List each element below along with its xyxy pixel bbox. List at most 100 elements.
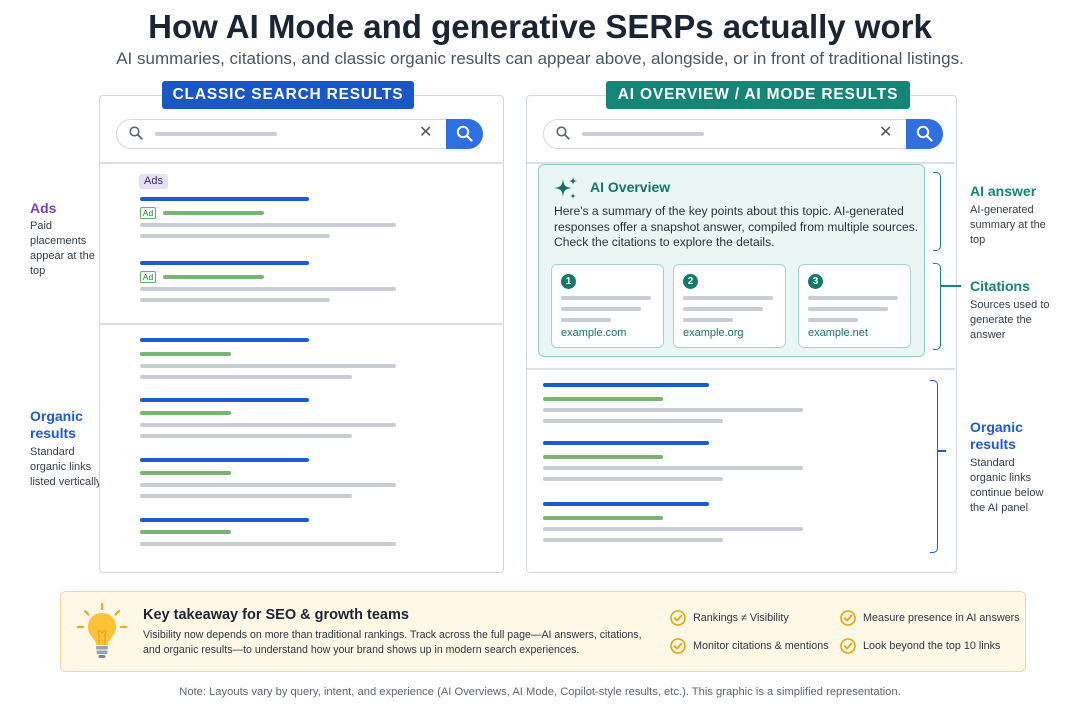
organic-snippet-line [140,494,352,498]
organic-url-line [543,397,663,401]
citation-line [561,296,651,300]
check-icon [840,638,856,654]
close-icon[interactable]: ✕ [879,124,892,142]
citation-card[interactable]: 1 example.com [551,264,664,348]
citation-line [808,307,888,311]
classic-panel-label: CLASSIC SEARCH RESULTS [162,81,414,109]
ai-results-panel: AI OVERVIEW / AI MODE RESULTS ✕ AI Overv… [526,81,957,573]
takeaway-text: Visibility now depends on more than trad… [143,629,642,656]
organic-annotation-desc-left: Standard organic links listed vertically [30,446,102,488]
ads-divider [100,323,502,325]
check-icon [840,610,856,626]
organic-title-line[interactable] [140,398,309,402]
organic-title-line[interactable] [543,441,709,445]
organic-snippet-line [140,483,396,487]
ads-annotation-title: Ads [30,200,57,216]
lightbulb-icon [76,602,128,658]
search-button[interactable] [906,118,943,149]
check-icon [670,610,686,626]
page-title: How AI Mode and generative SERPs actuall… [148,8,932,45]
citation-card[interactable]: 3 example.net [798,264,911,348]
ai-divider [527,368,955,370]
citation-line [808,296,898,300]
organic-annotation-title-right: Organic results [970,419,1023,452]
organic-snippet-line [543,408,803,412]
organic-snippet-line [140,434,352,438]
organic-annotation-title-left: Organic results [30,408,83,441]
takeaway-point: Look beyond the top 10 links [863,640,1001,652]
citation-card[interactable]: 2 example.org [673,264,786,348]
classic-search-bar[interactable]: ✕ [116,118,483,149]
organic-url-line [543,455,663,459]
organic-snippet-line [543,466,803,470]
search-icon [456,125,473,142]
ai-answer-annotation-title: AI answer [970,183,1037,199]
ads-annotation-desc: Paid placements appear at the top [30,220,95,277]
organic-bracket-right-tick [938,450,946,452]
search-query-placeholder [155,132,277,136]
organic-snippet-line [140,375,352,379]
citation-number: 3 [808,274,823,289]
citation-url[interactable]: example.org [683,327,744,339]
ai-search-bar[interactable]: ✕ [543,118,943,149]
citation-url[interactable]: example.net [808,327,868,339]
citation-number: 1 [561,274,576,289]
ad-title-line[interactable] [140,197,309,201]
citation-line [683,318,733,322]
organic-snippet-line [543,419,723,423]
ad-title-line[interactable] [140,261,309,265]
organic-snippet-line [543,538,723,542]
takeaway-point: Monitor citations & mentions [693,640,829,652]
citation-url[interactable]: example.com [561,327,626,339]
search-query-placeholder [582,132,704,136]
organic-url-line [543,516,663,520]
ai-panel-label: AI OVERVIEW / AI MODE RESULTS [606,81,910,109]
organic-snippet-line [543,477,723,481]
organic-title-line[interactable] [140,518,309,522]
citations-annotation-desc: Sources used to generate the answer [970,299,1050,341]
takeaway-title: Key takeaway for SEO & growth teams [143,607,409,623]
organic-title-line[interactable] [543,502,709,506]
close-icon[interactable]: ✕ [419,124,432,142]
takeaway-point: Rankings ≠ Visibility [693,612,789,624]
citations-bracket-tick [941,285,961,287]
organic-title-line[interactable] [543,383,709,387]
ai-overview-box: AI Overview Here's a summary of the key … [538,164,925,357]
organic-snippet-line [543,527,803,531]
organic-title-line[interactable] [140,338,309,342]
ad-snippet-line [140,298,330,302]
search-button[interactable] [446,118,483,149]
sparkle-icon [554,177,577,199]
page-subtitle: AI summaries, citations, and classic org… [116,49,964,68]
organic-url-line [140,471,231,475]
classic-results-panel: CLASSIC SEARCH RESULTS ✕ Ads Ad Ad [99,81,504,573]
citations-bracket [933,263,941,350]
ai-overview-title: AI Overview [590,179,671,195]
search-icon [556,126,570,140]
organic-url-line [140,530,231,534]
ads-label: Ads [139,174,168,189]
organic-title-line[interactable] [140,458,309,462]
ai-overview-text: Here's a summary of the key points about… [554,204,919,249]
takeaway-point: Measure presence in AI answers [863,612,1020,624]
ad-url-line [163,275,264,279]
organic-url-line [140,411,231,415]
ad-snippet-line [140,287,396,291]
organic-snippet-line [140,364,396,368]
organic-bracket-right [930,380,938,553]
citation-line [561,318,611,322]
ad-snippet-line [140,223,396,227]
ad-snippet-line [140,234,330,238]
citation-line [808,318,858,322]
citation-number: 2 [683,274,698,289]
organic-url-line [140,352,231,356]
organic-annotation-desc-right: Standard organic links continue below th… [970,457,1044,514]
ad-chip: Ad [140,271,156,283]
organic-snippet-line [140,423,396,427]
check-icon [670,638,686,654]
ad-chip: Ad [140,207,156,219]
citations-annotation-title: Citations [970,278,1030,294]
footnote: Note: Layouts vary by query, intent, and… [179,686,901,698]
citation-line [683,307,763,311]
organic-snippet-line [140,542,396,546]
